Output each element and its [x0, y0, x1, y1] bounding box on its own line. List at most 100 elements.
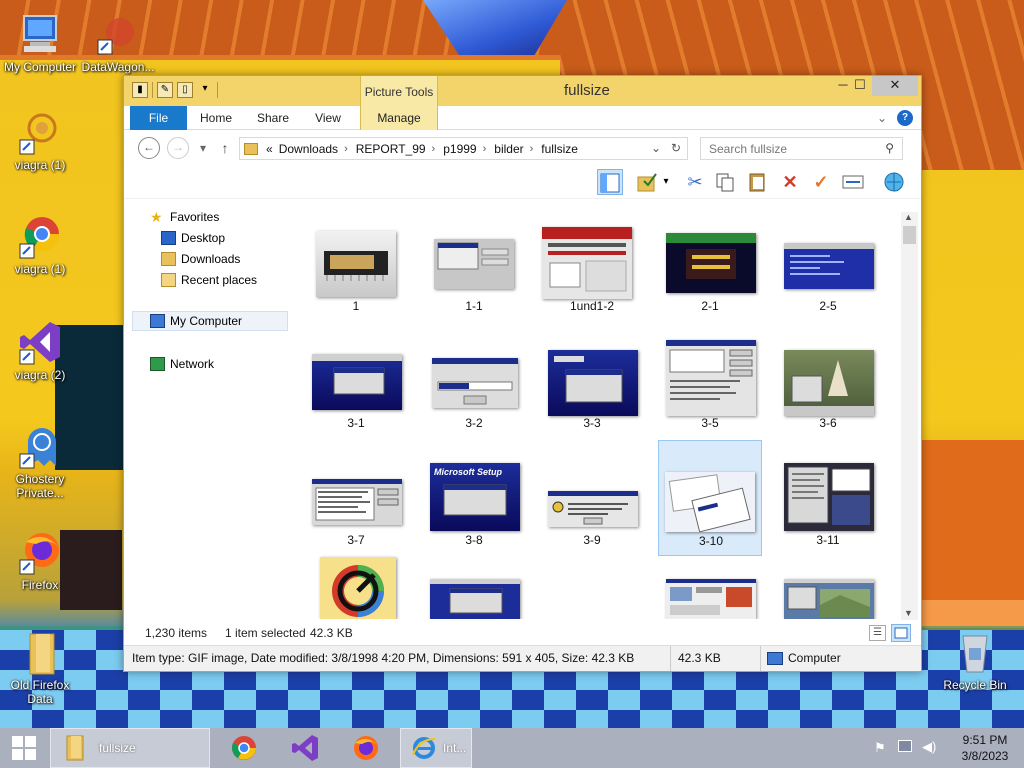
folders-check-icon[interactable] — [634, 169, 660, 195]
scroll-up-icon[interactable]: ▲ — [904, 212, 913, 222]
file-thumbnail[interactable]: 3-2 — [422, 340, 526, 450]
tab-file[interactable]: File — [130, 106, 187, 130]
up-arrow-icon[interactable]: ↑ — [217, 140, 233, 156]
nav-my-computer[interactable]: My Computer — [132, 311, 288, 331]
nav-recent-places[interactable]: Recent places — [161, 270, 257, 290]
nav-favorites[interactable]: ★ Favorites — [150, 207, 219, 227]
preview-pane-button[interactable] — [597, 169, 623, 195]
file-thumbnail[interactable]: 3-7 — [304, 457, 408, 567]
taskbar-explorer[interactable]: fullsize — [50, 728, 210, 768]
file-thumbnail[interactable]: 3-3 — [540, 340, 644, 450]
vertical-scrollbar[interactable]: ▲ ▼ — [901, 212, 918, 620]
breadcrumb-report-99[interactable]: REPORT_99 — [356, 142, 426, 156]
breadcrumb-separator-icon[interactable]: › — [344, 143, 348, 155]
thumbnail-label: 3-7 — [347, 533, 365, 547]
chevron-down-icon[interactable]: ▾ — [197, 82, 213, 98]
desktop-icon-viagra-vs[interactable]: viagra (2) — [0, 318, 80, 382]
cut-icon[interactable]: ✂ — [682, 169, 708, 195]
large-icons-view-icon[interactable] — [891, 624, 911, 642]
breadcrumb-p1999[interactable]: p1999 — [443, 142, 476, 156]
back-button[interactable]: ← — [138, 137, 160, 159]
network-tray-icon[interactable] — [898, 740, 912, 752]
search-input[interactable]: Search fullsize ⚲ — [700, 137, 903, 160]
breadcrumb-separator-icon[interactable]: › — [432, 143, 436, 155]
clock[interactable]: 9:51 PM 3/8/2023 — [950, 732, 1020, 764]
help-icon[interactable]: ? — [897, 110, 913, 126]
scrollbar-thumb[interactable] — [903, 226, 916, 244]
taskbar-chrome[interactable] — [222, 728, 266, 768]
delete-icon[interactable]: ✕ — [777, 169, 803, 195]
desktop-icon-label: viagra (2) — [14, 368, 66, 382]
status-bar: 1,230 items 1 item selected 42.3 KB ☰ — [124, 621, 921, 645]
close-button[interactable]: ✕ — [872, 76, 918, 96]
desktop-icon-viagra-chrome[interactable]: viagra (1) — [0, 212, 80, 276]
properties-icon[interactable]: ✎ — [157, 82, 173, 98]
taskbar: fullsize Int... ⚑ ◀) 9:51 PM 3/8/2023 — [0, 728, 1024, 768]
file-thumbnail[interactable]: 3-1 — [304, 340, 408, 450]
folder-icon[interactable]: ▮ — [132, 82, 148, 98]
address-dropdown-chevron-icon[interactable]: ⌄ — [651, 141, 661, 155]
file-thumbnail-selected[interactable]: 3-10 — [658, 440, 762, 556]
desktop-icon-ghostery[interactable]: Ghostery Private... — [0, 422, 80, 500]
breadcrumb-bilder[interactable]: bilder — [494, 142, 523, 156]
breadcrumb-overflow[interactable]: « — [266, 142, 273, 156]
desktop-icon-firefox[interactable]: Firefox — [0, 528, 80, 592]
file-thumbnail[interactable]: 2-1 — [658, 223, 762, 333]
address-bar[interactable]: « Downloads › REPORT_99 › p1999 › bilder… — [239, 137, 688, 160]
file-thumbnail[interactable]: 3-9 — [540, 457, 644, 567]
forward-button[interactable]: → — [167, 137, 189, 159]
globe-icon[interactable] — [881, 169, 907, 195]
desktop-icon-viagra-1[interactable]: viagra (1) — [0, 108, 80, 172]
recent-locations-chevron-icon[interactable]: ▾ — [195, 140, 211, 156]
maximize-button[interactable]: ☐ — [846, 76, 874, 96]
file-thumbnail[interactable] — [304, 557, 408, 619]
expand-ribbon-chevron-icon[interactable]: ⌄ — [874, 110, 890, 126]
tab-home[interactable]: Home — [196, 106, 236, 130]
scroll-down-icon[interactable]: ▼ — [904, 608, 913, 618]
new-folder-icon[interactable]: ▯ — [177, 82, 193, 98]
taskbar-internet-explorer[interactable]: Int... — [400, 728, 472, 768]
file-thumbnail[interactable] — [658, 557, 762, 619]
file-thumbnail[interactable]: Microsoft Setup 3-8 — [422, 457, 526, 567]
file-thumbnail[interactable] — [422, 557, 526, 619]
volume-icon[interactable]: ◀) — [922, 739, 936, 755]
search-icon[interactable]: ⚲ — [885, 141, 894, 155]
file-thumbnail[interactable]: 3-11 — [776, 457, 880, 567]
desktop-icon-my-computer[interactable]: My Computer — [0, 10, 80, 74]
copy-icon[interactable] — [712, 169, 738, 195]
breadcrumb-separator-icon[interactable]: › — [530, 143, 534, 155]
breadcrumb-downloads[interactable]: Downloads — [279, 142, 338, 156]
file-thumbnail[interactable]: 2-5 — [776, 223, 880, 333]
title-bar[interactable]: ▮ ✎ ▯ ▾ Picture Tools fullsize ─ ☐ ✕ — [124, 76, 921, 106]
nav-downloads[interactable]: Downloads — [161, 249, 240, 269]
tab-view[interactable]: View — [310, 106, 346, 130]
file-thumbnail[interactable]: 3-5 — [658, 340, 762, 450]
breadcrumb-fullsize[interactable]: fullsize — [541, 142, 578, 156]
file-thumbnail[interactable]: 1und1-2 — [540, 223, 644, 333]
file-thumbnail[interactable]: 3-6 — [776, 340, 880, 450]
desktop-icon-old-firefox-data[interactable]: Old Firefox Data — [0, 628, 80, 706]
checkmark-icon[interactable]: ✓ — [808, 169, 834, 195]
nav-desktop[interactable]: Desktop — [161, 228, 225, 248]
clock-date: 3/8/2023 — [961, 749, 1009, 763]
chevron-down-icon[interactable]: ▾ — [659, 169, 673, 195]
taskbar-firefox[interactable] — [344, 728, 388, 768]
thumbnail-image — [434, 239, 514, 289]
desktop-icon-datawagon[interactable]: DataWagon... — [78, 10, 158, 74]
refresh-icon[interactable]: ↻ — [671, 141, 681, 155]
action-center-flag-icon[interactable]: ⚑ — [874, 740, 886, 756]
tab-share[interactable]: Share — [252, 106, 294, 130]
paste-icon[interactable] — [744, 169, 770, 195]
file-thumbnail[interactable] — [776, 557, 880, 619]
taskbar-visual-studio[interactable] — [283, 728, 327, 768]
file-thumbnail[interactable]: 1-1 — [422, 223, 526, 333]
rename-icon[interactable] — [840, 169, 866, 195]
nav-network[interactable]: Network — [150, 354, 214, 374]
file-thumbnail[interactable]: 1 — [304, 223, 408, 333]
breadcrumb-separator-icon[interactable]: › — [483, 143, 487, 155]
taskbar-ie-label: Int... — [443, 741, 467, 755]
details-view-icon[interactable]: ☰ — [869, 625, 886, 641]
desktop-icon-recycle-bin[interactable]: Recycle Bin — [935, 628, 1015, 692]
tab-manage[interactable]: Manage — [360, 106, 438, 130]
start-button[interactable] — [0, 728, 48, 768]
